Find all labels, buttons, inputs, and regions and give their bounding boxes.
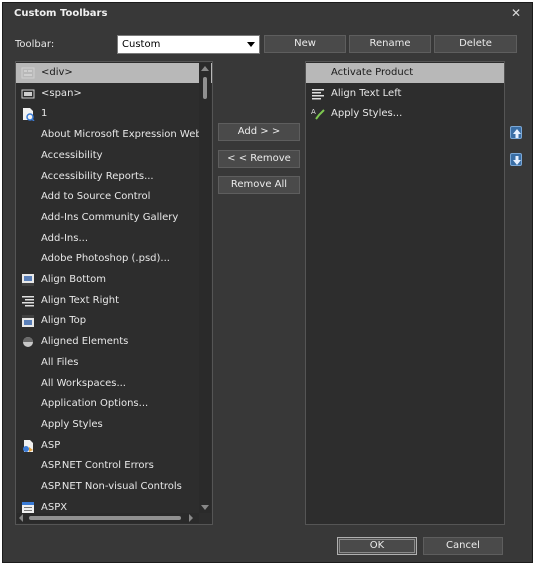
list-item[interactable]: Align Top (16, 311, 212, 331)
list-item-label: All Files (41, 356, 79, 368)
list-item-label: 1 (41, 108, 48, 120)
list-item[interactable]: Activate Product (306, 63, 504, 83)
custom-toolbars-dialog: Custom Toolbars ✕ Toolbar: Custom New Re… (2, 2, 533, 563)
list-item-label: Add-Ins... (41, 232, 89, 244)
list-item-label: Align Text Right (41, 294, 119, 306)
svg-text:A: A (311, 108, 316, 116)
add-button[interactable]: Add > > (218, 123, 300, 141)
apply-styles-icon: A (311, 107, 325, 121)
list-item-label: Apply Styles... (331, 108, 403, 120)
list-item-label: Aligned Elements (41, 336, 129, 348)
toolbar-select[interactable]: Custom (117, 35, 260, 54)
list-item-label: All Workspaces... (41, 377, 126, 389)
aligned-elements-icon (21, 335, 35, 349)
dialog-title: Custom Toolbars (14, 8, 108, 19)
move-up-button[interactable] (510, 126, 522, 139)
list-item[interactable]: ASP.NET Control Errors (16, 456, 212, 476)
list-item-label: Application Options... (41, 398, 149, 410)
new-button[interactable]: New (264, 35, 346, 53)
list-item-label: ASP (41, 439, 61, 451)
arrow-up-icon (513, 129, 521, 138)
list-item-label: Add to Source Control (41, 191, 151, 203)
list-item[interactable]: <div> (16, 63, 212, 83)
list-item[interactable]: All Workspaces... (16, 374, 212, 394)
list-item-label: Align Bottom (41, 274, 106, 285)
align-bottom-icon (21, 273, 35, 287)
list-item-label: Accessibility (41, 149, 103, 161)
div-icon (21, 66, 35, 80)
available-commands-list[interactable]: <div> <span> 1 About Microsoft Expression W… (15, 61, 213, 525)
list-item[interactable]: All Files (16, 353, 212, 373)
list-item[interactable]: Adobe Photoshop (.psd)... (16, 249, 212, 269)
list-item-label: Add-Ins Community Gallery (41, 211, 179, 223)
list-item[interactable]: A Apply Styles... (306, 104, 504, 124)
arrow-down-icon (513, 156, 521, 165)
scroll-left-icon[interactable] (19, 514, 23, 522)
list-item-label: Apply Styles (41, 418, 103, 430)
list-item-label: ASPX (41, 501, 68, 513)
list-item[interactable]: ASP.NET Non-visual Controls (16, 477, 212, 497)
list-item[interactable]: Align Text Left (306, 84, 504, 104)
list-item[interactable]: Align Text Right (16, 291, 212, 311)
toolbar-select-value: Custom (122, 39, 161, 50)
list-item[interactable]: Application Options... (16, 394, 212, 414)
list-item-label: Align Text Left (331, 87, 402, 99)
scroll-up-icon[interactable] (201, 66, 209, 71)
list-item[interactable]: Aligned Elements (16, 332, 212, 352)
align-top-icon (21, 314, 35, 328)
list-item-label: ASP.NET Control Errors (41, 460, 154, 472)
list-item[interactable]: 1 (16, 104, 212, 124)
list-item[interactable]: Align Bottom (16, 270, 212, 290)
list-item[interactable]: ASP (16, 436, 212, 456)
list-item[interactable]: Accessibility (16, 146, 212, 166)
toolbar-commands-list[interactable]: Activate Product Align Text Left A Apply St… (305, 61, 505, 525)
scroll-down-icon[interactable] (201, 505, 209, 510)
title-bar: Custom Toolbars ✕ (3, 3, 532, 25)
toolbar-label: Toolbar: (15, 39, 55, 50)
list-item-label: Activate Product (331, 67, 414, 78)
horizontal-scroll-thumb[interactable] (29, 516, 181, 520)
rename-button[interactable]: Rename (349, 35, 431, 53)
page-magnifier-icon (21, 107, 35, 122)
delete-button[interactable]: Delete (434, 35, 517, 53)
align-text-right-icon (21, 294, 35, 308)
list-item[interactable]: Apply Styles (16, 415, 212, 435)
list-item[interactable]: About Microsoft Expression Web (16, 125, 212, 145)
list-item[interactable]: Accessibility Reports... (16, 167, 212, 187)
available-vertical-scrollbar[interactable] (199, 63, 211, 513)
list-item[interactable]: Add-Ins... (16, 229, 212, 249)
cancel-button[interactable]: Cancel (423, 537, 503, 555)
list-item[interactable]: Add to Source Control (16, 187, 212, 207)
remove-button[interactable]: < < Remove (218, 150, 300, 168)
list-item-label: Adobe Photoshop (.psd)... (41, 253, 170, 265)
vertical-scroll-thumb[interactable] (203, 77, 207, 99)
list-item-label: <div> (41, 67, 73, 78)
list-item-label: Accessibility Reports... (41, 170, 154, 182)
list-item[interactable]: Add-Ins Community Gallery (16, 208, 212, 228)
asp-icon (21, 439, 35, 453)
list-item-label: Align Top (41, 315, 87, 327)
available-horizontal-scrollbar[interactable] (17, 513, 199, 523)
ok-button[interactable]: OK (337, 537, 417, 555)
chevron-down-icon[interactable] (247, 42, 255, 47)
close-icon[interactable]: ✕ (510, 6, 522, 20)
span-icon (21, 87, 35, 101)
list-item[interactable]: <span> (16, 84, 212, 104)
align-text-left-icon (311, 87, 325, 101)
list-item-label: About Microsoft Expression Web (41, 129, 202, 141)
scroll-right-icon[interactable] (189, 514, 193, 522)
list-item-label: ASP.NET Non-visual Controls (41, 481, 182, 492)
list-item-label: <span> (41, 87, 82, 99)
move-down-button[interactable] (510, 153, 522, 166)
remove-all-button[interactable]: Remove All (218, 176, 300, 194)
